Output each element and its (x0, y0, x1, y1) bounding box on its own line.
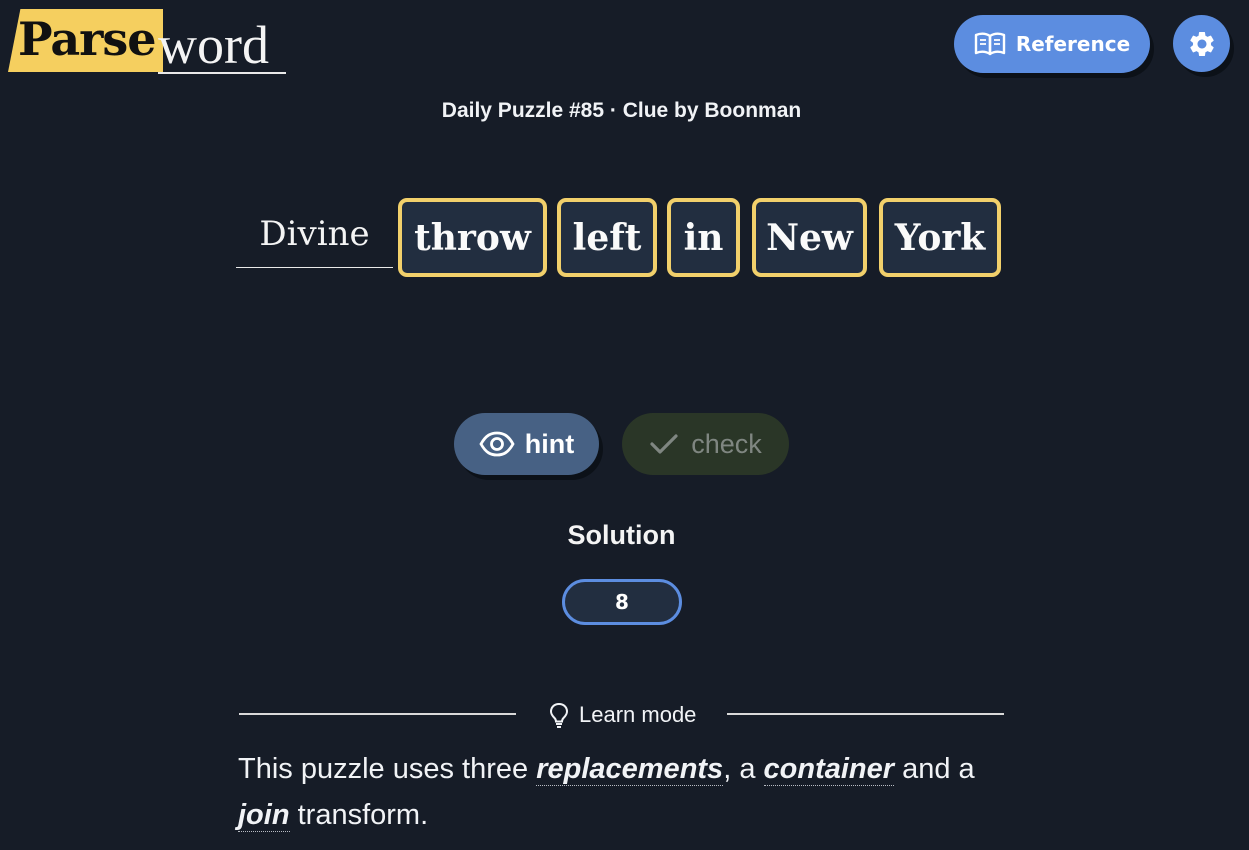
clue-definition: Divine (236, 212, 393, 268)
desc-text-1: This puzzle uses three (238, 753, 537, 785)
term-replacements[interactable]: replacements (536, 753, 724, 786)
term-join[interactable]: join (238, 799, 290, 832)
book-open-icon (974, 32, 1006, 56)
desc-text-3: and a (894, 753, 975, 785)
hint-label: hint (524, 428, 575, 459)
desc-text-4: transform. (289, 799, 429, 831)
clue-word-new[interactable]: New (752, 198, 867, 277)
learn-mode-label: Learn mode (579, 702, 697, 727)
clue: Divine throw left in New York (0, 198, 1249, 278)
learn-mode-toggle[interactable]: Learn mode (548, 700, 696, 730)
lightbulb-icon (549, 702, 569, 728)
check-label: check (691, 428, 762, 459)
app: Parse word Reference Daily Puzzle #85 · … (0, 0, 1249, 850)
clue-word-left[interactable]: left (557, 198, 657, 277)
reference-button[interactable]: Reference (954, 15, 1150, 73)
logo-parse-text: Parse (18, 12, 157, 66)
clue-word-york[interactable]: York (879, 198, 1001, 277)
reference-label: Reference (1015, 32, 1131, 56)
eye-icon (479, 431, 515, 457)
logo-underline (158, 72, 286, 74)
puzzle-subtitle: Daily Puzzle #85 · Clue by Boonman (441, 99, 802, 122)
logo-word-text: word (158, 15, 269, 75)
settings-button[interactable] (1173, 15, 1230, 72)
checkmark-icon (650, 434, 678, 454)
solution-input[interactable]: 8 (562, 579, 682, 625)
divider-left (239, 713, 516, 715)
solution-label: Solution (567, 520, 676, 550)
term-container[interactable]: container (763, 753, 895, 786)
clue-word-in[interactable]: in (667, 198, 740, 277)
gear-icon (1189, 31, 1214, 56)
desc-text-2: , a (723, 753, 764, 785)
learn-description: This puzzle uses three replacements, a c… (238, 746, 1008, 838)
divider-right (727, 713, 1004, 715)
check-button[interactable]: check (622, 413, 789, 475)
clue-word-throw[interactable]: throw (398, 198, 547, 277)
solution-length: 8 (615, 590, 629, 614)
parseword-logo: Parse word (8, 8, 288, 74)
hint-button[interactable]: hint (454, 413, 599, 475)
